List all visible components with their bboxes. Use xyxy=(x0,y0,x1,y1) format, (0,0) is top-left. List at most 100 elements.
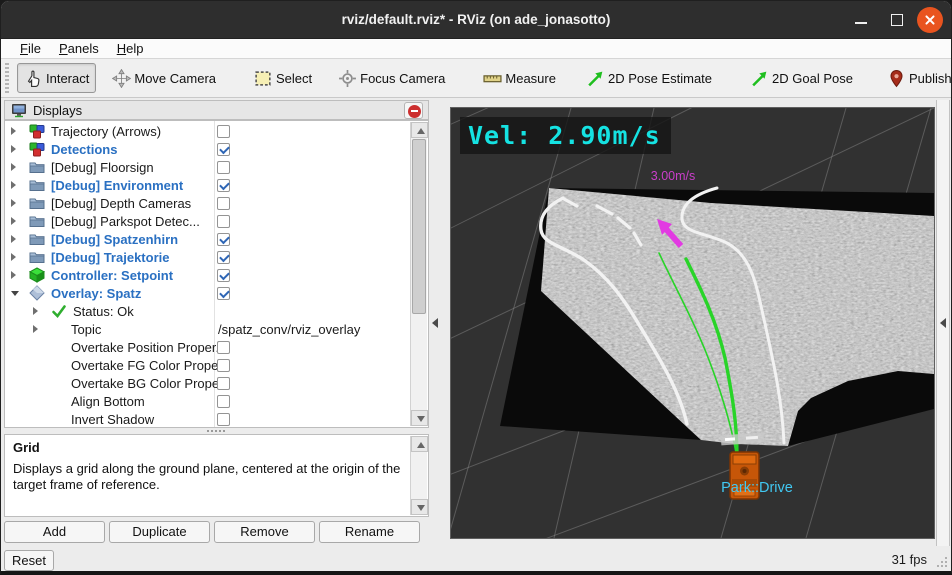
folder-icon xyxy=(29,249,45,265)
row-checkbox[interactable] xyxy=(217,340,230,354)
row-checkbox[interactable] xyxy=(217,412,230,426)
tree-row[interactable]: Overtake Position Proper... xyxy=(5,338,428,356)
tree-row[interactable]: [Debug] Parkspot Detec... xyxy=(5,212,428,230)
scroll-up-button[interactable] xyxy=(411,436,428,452)
row-checkbox[interactable] xyxy=(217,232,230,246)
help-scrollbar[interactable] xyxy=(410,436,428,515)
titlebar[interactable]: rviz/default.rviz* - RViz (on ade_jonaso… xyxy=(1,1,951,39)
tree-row[interactable]: Overtake FG Color Prope... xyxy=(5,356,428,374)
expand--arrow-icon[interactable] xyxy=(11,217,16,225)
close-button[interactable] xyxy=(917,7,943,33)
expand--arrow-icon[interactable] xyxy=(11,127,16,135)
row-checkbox[interactable] xyxy=(217,394,230,408)
row-checkbox[interactable] xyxy=(217,160,230,174)
remove-button[interactable]: Remove xyxy=(214,521,315,543)
row-checkbox[interactable] xyxy=(217,178,230,192)
folder-icon xyxy=(29,213,45,229)
rename-button[interactable]: Rename xyxy=(319,521,420,543)
statusbar: Reset 31 fps xyxy=(1,546,951,571)
displays-panel-header[interactable]: Displays xyxy=(4,100,429,120)
tree-row[interactable]: Status: Ok xyxy=(5,302,428,320)
tool-measure[interactable]: Measure xyxy=(477,63,562,93)
tree-row[interactable]: [Debug] Environment xyxy=(5,176,428,194)
scrollbar-handle[interactable] xyxy=(412,139,426,314)
tree-row[interactable]: Overtake BG Color Prope... xyxy=(5,374,428,392)
tree-row[interactable]: Trajectory (Arrows) xyxy=(5,122,428,140)
tree-row-label: Overtake BG Color Prope... xyxy=(71,375,230,391)
tree-row[interactable]: [Debug] Spatzenhirn xyxy=(5,230,428,248)
folder-icon xyxy=(29,195,45,211)
menu-help[interactable]: Help xyxy=(108,39,153,59)
tool-move-camera[interactable]: Move Camera xyxy=(106,63,222,93)
row-checkbox[interactable] xyxy=(217,250,230,264)
row-checkbox[interactable] xyxy=(217,358,230,372)
expand--arrow-icon[interactable] xyxy=(11,181,16,189)
focus-camera-icon xyxy=(338,69,357,88)
tree-row-label: Overtake Position Proper... xyxy=(71,339,227,355)
help-text: Displays a grid along the ground plane, … xyxy=(13,461,401,492)
row-checkbox[interactable] xyxy=(217,268,230,282)
tree-row[interactable]: [Debug] Trajektorie xyxy=(5,248,428,266)
row-checkbox[interactable] xyxy=(217,376,230,390)
tree-row[interactable]: [Debug] Floorsign xyxy=(5,158,428,176)
tree-row[interactable]: Overlay: Spatz xyxy=(5,284,428,302)
menu-file[interactable]: File xyxy=(11,39,50,59)
expand--arrow-icon[interactable] xyxy=(33,307,38,315)
tool-focus-camera[interactable]: Focus Camera xyxy=(332,63,451,93)
minimize-button[interactable] xyxy=(849,9,873,31)
duplicate-button[interactable]: Duplicate xyxy=(109,521,210,543)
expand--arrow-icon[interactable] xyxy=(11,145,16,153)
row-checkbox[interactable] xyxy=(217,142,230,156)
add-button[interactable]: Add xyxy=(4,521,105,543)
collapse-left-handle[interactable] xyxy=(430,315,440,331)
tree-row[interactable]: Detections xyxy=(5,140,428,158)
tool-label: 2D Goal Pose xyxy=(772,70,853,86)
expand--arrow-icon[interactable] xyxy=(11,235,16,243)
expand--arrow-icon[interactable] xyxy=(33,325,38,333)
tree-row[interactable]: Align Bottom xyxy=(5,392,428,410)
expand--arrow-icon[interactable] xyxy=(11,199,16,207)
tool-2d-goal-pose[interactable]: 2D Goal Pose xyxy=(744,63,859,93)
row-checkbox[interactable] xyxy=(217,196,230,210)
measure-icon xyxy=(483,69,502,88)
tool-label: Move Camera xyxy=(134,70,216,86)
row-checkbox[interactable] xyxy=(217,214,230,228)
select-icon xyxy=(254,69,273,88)
velocity-overlay: Vel: 2.90m/s xyxy=(460,117,671,154)
tool-label: 2D Pose Estimate xyxy=(607,70,713,86)
expand--arrow-icon[interactable] xyxy=(11,271,16,279)
scroll-down-button[interactable] xyxy=(411,410,428,426)
scroll-down-button[interactable] xyxy=(411,499,428,515)
maximize-button[interactable] xyxy=(885,9,909,31)
resize-grip[interactable] xyxy=(937,557,947,569)
folder-icon xyxy=(29,231,45,247)
tree-row[interactable]: Invert Shadow xyxy=(5,410,428,427)
render-viewport[interactable]: 3.00m/s Park::Drive Vel: 2.90m/s xyxy=(430,72,951,571)
tree-row[interactable]: [Debug] Depth Cameras xyxy=(5,194,428,212)
tool-2d-pose-estimate[interactable]: 2D Pose Estimate xyxy=(580,63,718,93)
displays-panel-icon xyxy=(11,102,27,118)
menu-panels[interactable]: Panels xyxy=(50,39,108,59)
panel-close-button[interactable] xyxy=(404,102,423,119)
tree-row-label: Overlay: Spatz xyxy=(51,285,142,301)
collapsed-side-panel[interactable] xyxy=(936,100,950,546)
row-checkbox[interactable] xyxy=(217,286,230,300)
tree-row-label: [Debug] Depth Cameras xyxy=(51,195,192,211)
tree-row-label: Topic xyxy=(71,321,102,337)
tree-row-label: Detections xyxy=(51,141,118,157)
tool-select[interactable]: Select xyxy=(248,63,318,93)
tool-publish-point[interactable]: Publish Point xyxy=(881,63,951,93)
reset-button[interactable]: Reset xyxy=(4,550,54,571)
row-checkbox[interactable] xyxy=(217,124,230,138)
scroll-up-button[interactable] xyxy=(411,122,428,138)
toolbar-drag-handle[interactable] xyxy=(5,63,9,93)
expand-collapse-arrow-icon[interactable] xyxy=(11,291,19,296)
tree-row[interactable]: Controller: Setpoint xyxy=(5,266,428,284)
collapse-right-handle[interactable] xyxy=(938,315,948,331)
tool-interact[interactable]: Interact xyxy=(17,63,97,93)
tree-row[interactable]: Topic/spatz_conv/rviz_overlay xyxy=(5,320,428,338)
expand--arrow-icon[interactable] xyxy=(11,253,16,261)
rviz-window: rviz/default.rviz* - RViz (on ade_jonaso… xyxy=(0,0,952,575)
tree-scrollbar[interactable] xyxy=(410,122,428,426)
expand--arrow-icon[interactable] xyxy=(11,163,16,171)
